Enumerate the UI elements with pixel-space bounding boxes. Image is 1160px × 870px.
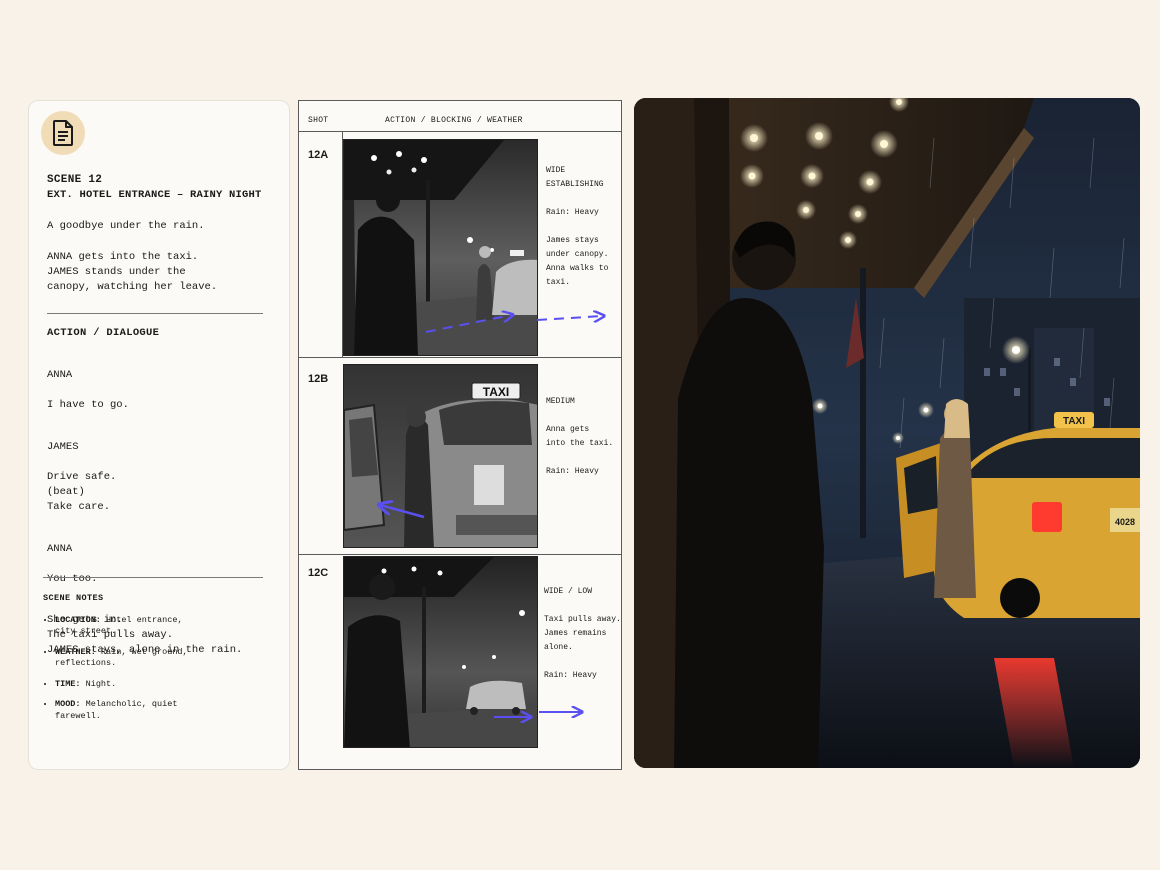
shot-notes-12b: MEDIUM Anna gets into the taxi. Rain: He… (546, 395, 624, 479)
shot-id-12a: 12A (308, 149, 329, 161)
storyboard-frame-12c[interactable] (343, 556, 538, 748)
shot-line: James remains (544, 629, 607, 638)
script-panel: SCENE 12 EXT. HOTEL ENTRANCE – RAINY NIG… (28, 100, 290, 770)
row-divider (299, 554, 621, 555)
shot-line: Taxi pulls away. (544, 615, 621, 624)
character-name: JAMES (47, 441, 79, 453)
dialogue-block: JAMES Drive safe. (beat) Take care. (47, 425, 279, 515)
note-item: LOCATION: Hotel entrance, city street. (55, 615, 279, 638)
direction-arrow (537, 306, 609, 326)
row-divider (299, 357, 621, 358)
license-plate: 4028 (1115, 517, 1135, 527)
divider (47, 313, 263, 314)
shot-line: Rain: Heavy (546, 467, 599, 476)
header-action: ACTION / BLOCKING / WEATHER (385, 116, 523, 125)
shot-notes-12a: WIDE ESTABLISHING Rain: Heavy James stay… (546, 164, 624, 290)
storyboard-header: SHOT ACTION / BLOCKING / WEATHER (299, 101, 621, 132)
shot-line: taxi. (546, 278, 571, 287)
note-label: MOOD: (55, 699, 81, 709)
section-label: ACTION / DIALOGUE (47, 327, 160, 339)
note-item: TIME: Night. (55, 679, 279, 691)
note-label: LOCATION: (55, 614, 101, 625)
divider (43, 577, 263, 578)
shot-line: under canopy. (546, 250, 609, 259)
note-item: MOOD: Melancholic, quiet farewell. (55, 699, 279, 722)
character-name: ANNA (47, 369, 73, 381)
storyboard-panel: SHOT ACTION / BLOCKING / WEATHER 12A WID… (298, 100, 622, 770)
shot-line: Rain: Heavy (546, 208, 599, 217)
dialogue-lines: I have to go. (47, 399, 129, 411)
dialogue-block: ANNA I have to go. (47, 353, 279, 413)
taxi-sign-text: TAXI (1063, 416, 1085, 427)
rendered-frame[interactable]: TAXI 4028 (634, 98, 1140, 768)
character-name: ANNA (47, 543, 73, 555)
notes-title: SCENE NOTES (43, 593, 104, 603)
dialogue-block: ANNA You too. (47, 527, 279, 587)
script-body: SCENE 12 EXT. HOTEL ENTRANCE – RAINY NIG… (47, 173, 279, 658)
note-item: WEATHER: Rain, wet ground, reflections. (55, 647, 279, 670)
shot-line: WIDE / LOW (544, 587, 593, 596)
action-text-1: ANNA gets into the taxi. JAMES stands un… (47, 251, 218, 293)
shot-line: WIDE (546, 166, 566, 175)
shot-line: alone. (544, 643, 573, 652)
logline: A goodbye under the rain. (47, 220, 205, 232)
dialogue-lines: Drive safe. (beat) Take care. (47, 471, 117, 513)
document-icon[interactable] (41, 111, 85, 155)
storyboard-frame-12b[interactable]: TAXI (343, 364, 538, 548)
shot-line: MEDIUM (546, 397, 575, 406)
shot-line: ESTABLISHING (546, 180, 604, 189)
note-label: WEATHER: (55, 646, 96, 657)
shot-line: Rain: Heavy (544, 671, 597, 680)
shot-notes-12c: WIDE / LOW Taxi pulls away. James remain… (544, 585, 622, 683)
scene-heading: EXT. HOTEL ENTRANCE – RAINY NIGHT (47, 189, 262, 201)
shot-line: Anna gets (546, 425, 590, 434)
scene-notes: SCENE NOTES LOCATION: Hotel entrance, ci… (43, 593, 279, 731)
scene-number: SCENE 12 (47, 174, 103, 186)
note-text: Night. (85, 678, 117, 689)
direction-arrow (539, 704, 587, 720)
storyboard-frame-12a[interactable] (343, 139, 538, 356)
header-shot: SHOT (308, 116, 329, 125)
taxi-sign-text: TAXI (483, 385, 509, 399)
dialogue-lines: You too. (47, 573, 98, 585)
shot-id-12c: 12C (308, 567, 329, 579)
shot-line: into the taxi. (546, 439, 614, 448)
shot-line: Anna walks to (546, 264, 609, 273)
note-label: TIME: (55, 678, 81, 689)
shot-id-12b: 12B (308, 373, 329, 385)
shot-line: James stays (546, 236, 599, 245)
